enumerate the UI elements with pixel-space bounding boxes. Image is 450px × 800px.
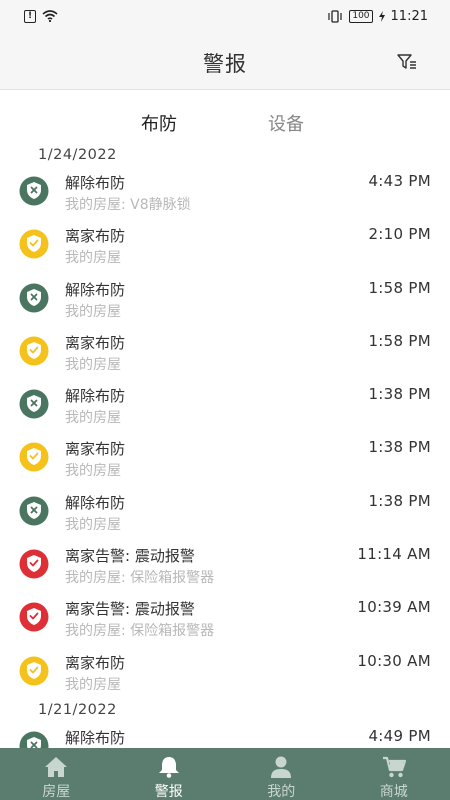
event-list[interactable]: 1/24/2022 解除布防 我的房屋: V8静脉锁 4:43 PM 离家布防 我的房屋 2…: [0, 144, 450, 748]
event-row[interactable]: 解除布防我的房屋 1:38 PM: [0, 486, 450, 539]
event-time: 1:58 PM: [368, 278, 431, 297]
event-time: 1:38 PM: [368, 491, 431, 510]
shield-alarm-icon: [19, 602, 49, 632]
tab-bar: 布防 设备: [0, 90, 450, 144]
event-subtitle: 我的房屋: [65, 516, 121, 533]
shield-x-icon: [19, 283, 49, 313]
event-time: 11:14 AM: [357, 545, 431, 564]
event-row[interactable]: 离家布防我的房屋 10:30 AM: [0, 646, 450, 699]
event-time: 10:30 AM: [357, 651, 431, 670]
bell-icon: [158, 757, 179, 778]
event-row[interactable]: 解除布防我的房屋 1:38 PM: [0, 379, 450, 432]
battery-icon: 100: [349, 9, 373, 23]
date-header: 1/21/2022: [38, 701, 117, 718]
nav-label-home: 房屋: [42, 784, 71, 800]
shield-check-icon: [19, 336, 49, 366]
nav-item-alarm[interactable]: 警报: [113, 748, 226, 800]
home-icon: [45, 757, 68, 777]
shield-check-icon: [19, 442, 49, 472]
app-header: 警报: [0, 32, 450, 90]
event-time: 1:38 PM: [368, 385, 431, 404]
date-header: 1/24/2022: [38, 147, 117, 163]
shield-x-icon: [19, 731, 49, 748]
event-time: 2:10 PM: [368, 225, 431, 244]
event-time: 4:49 PM: [368, 726, 431, 745]
event-title: 解除布防: [65, 387, 126, 406]
event-title: 解除布防: [65, 493, 126, 512]
tab-arm[interactable]: 布防: [141, 110, 177, 136]
nav-item-mine[interactable]: 我的: [225, 748, 338, 800]
event-subtitle: 我的房屋: [65, 303, 121, 320]
event-subtitle: 我的房屋: 保险箱报警器: [65, 623, 215, 640]
event-row[interactable]: 解除布防我的房屋: V8静脉锁 4:43 PM: [0, 166, 450, 219]
shield-x-icon: [19, 176, 49, 206]
shield-check-icon: [19, 656, 49, 686]
shield-x-icon: [19, 389, 49, 419]
event-title: 解除布防: [65, 174, 126, 192]
event-time: 10:39 AM: [357, 598, 431, 617]
person-icon: [271, 756, 292, 778]
tab-device[interactable]: 设备: [268, 110, 304, 136]
event-row[interactable]: 解除布防我的房屋 1:58 PM: [0, 273, 450, 326]
event-title: 离家告警: 震动报警: [65, 600, 195, 619]
notification-alert-icon: !: [24, 9, 36, 23]
nav-label-alarm: 警报: [154, 784, 183, 800]
bottom-nav: 房屋 警报 我的 商城: [0, 748, 450, 800]
event-title: 解除布防: [65, 280, 126, 299]
nav-item-home[interactable]: 房屋: [0, 748, 113, 800]
event-row[interactable]: 离家布防我的房屋 2:10 PM: [0, 219, 450, 272]
vibrate-icon: [328, 9, 342, 23]
filter-icon[interactable]: [396, 51, 418, 73]
status-left: !: [24, 9, 58, 23]
event-row[interactable]: 离家告警: 震动报警我的房屋: 保险箱报警器 10:39 AM: [0, 592, 450, 645]
event-title: 离家布防: [65, 227, 126, 246]
cart-icon: [382, 756, 406, 778]
nav-label-shop: 商城: [379, 784, 408, 800]
event-row[interactable]: 解除布防我的房屋4:49 PM: [0, 721, 450, 748]
wifi-icon: [42, 10, 58, 22]
status-right: 100 11:21: [327, 9, 428, 24]
nav-label-mine: 我的: [267, 784, 296, 800]
event-subtitle: 我的房屋: [65, 676, 121, 693]
nav-item-shop[interactable]: 商城: [338, 748, 450, 800]
event-time: 1:38 PM: [368, 438, 431, 457]
status-time: 11:21: [390, 8, 428, 24]
charging-icon: [378, 10, 385, 22]
shield-x-icon: [19, 496, 49, 526]
page-title: 警报: [203, 52, 247, 76]
event-time: 4:43 PM: [368, 172, 431, 190]
event-subtitle: 我的房屋: [65, 463, 121, 480]
status-bar: ! 100 11:21: [0, 0, 450, 32]
event-title: 离家布防: [65, 440, 126, 459]
event-row[interactable]: 离家告警: 震动报警我的房屋: 保险箱报警器 11:14 AM: [0, 539, 450, 592]
event-title: 离家布防: [65, 333, 126, 352]
event-title: 离家布防: [65, 653, 126, 672]
event-subtitle: 我的房屋: V8静脉锁: [65, 197, 191, 213]
event-subtitle: 我的房屋: 保险箱报警器: [65, 570, 215, 587]
event-subtitle: 我的房屋: [65, 356, 121, 373]
event-subtitle: 我的房屋: [65, 250, 121, 267]
event-title: 离家告警: 震动报警: [65, 547, 195, 566]
event-time: 1:58 PM: [368, 331, 431, 350]
event-title: 解除布防: [65, 728, 126, 747]
event-subtitle: 我的房屋: [65, 410, 121, 427]
shield-check-icon: [19, 229, 49, 259]
shield-alarm-icon: [19, 549, 49, 579]
event-row[interactable]: 离家布防我的房屋 1:58 PM: [0, 326, 450, 379]
event-row[interactable]: 离家布防我的房屋 1:38 PM: [0, 432, 450, 485]
